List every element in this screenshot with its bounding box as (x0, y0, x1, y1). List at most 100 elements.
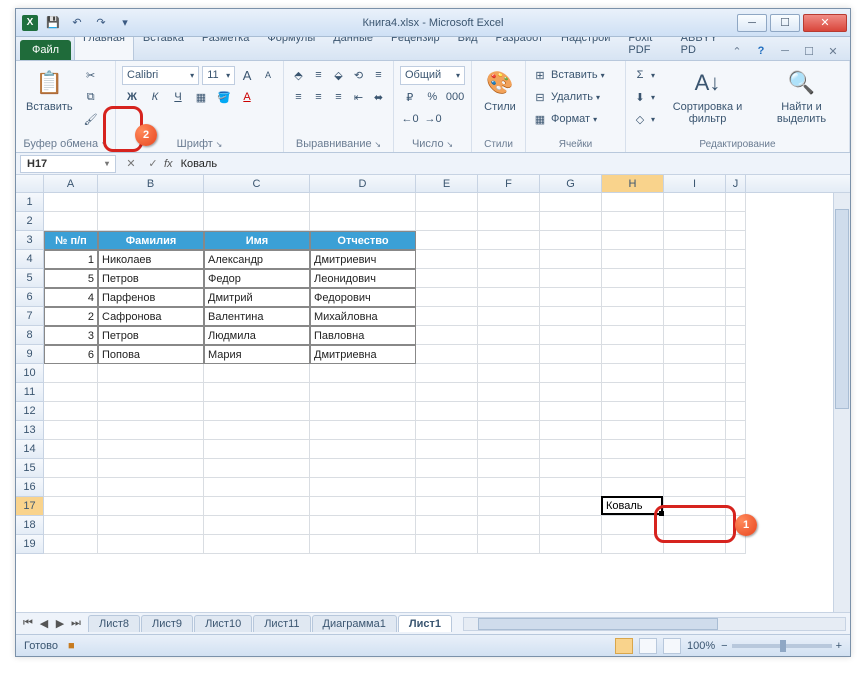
cell-A1[interactable] (44, 193, 98, 212)
cell-J3[interactable] (726, 231, 746, 250)
cell-I1[interactable] (664, 193, 726, 212)
cell-D10[interactable] (310, 364, 416, 383)
cell-I13[interactable] (664, 421, 726, 440)
delete-cells-button[interactable]: ⊟Удалить ▾ (532, 87, 605, 107)
cell-J16[interactable] (726, 478, 746, 497)
worksheet-grid[interactable]: ABCDEFGHIJ 123№ п/пФамилияИмяОтчество41Н… (16, 175, 850, 612)
cell-A8[interactable]: 3 (44, 326, 98, 345)
cell-E12[interactable] (416, 402, 478, 421)
col-header-G[interactable]: G (540, 175, 602, 192)
cell-D12[interactable] (310, 402, 416, 421)
cell-F2[interactable] (478, 212, 540, 231)
cell-H3[interactable] (602, 231, 664, 250)
row-header-16[interactable]: 16 (16, 478, 44, 497)
ribbon-minimize-icon[interactable]: ⌃ (728, 42, 746, 60)
cell-A15[interactable] (44, 459, 98, 478)
row-header-2[interactable]: 2 (16, 212, 44, 231)
cell-C13[interactable] (204, 421, 310, 440)
sheet-tab-Лист9[interactable]: Лист9 (141, 615, 193, 632)
cell-B2[interactable] (98, 212, 204, 231)
qat-undo-button[interactable]: ↶ (68, 14, 86, 32)
cell-C16[interactable] (204, 478, 310, 497)
mdi-restore-button[interactable]: ☐ (800, 42, 818, 60)
format-cells-button[interactable]: ▦Формат ▾ (532, 109, 605, 129)
row-header-17[interactable]: 17 (16, 497, 44, 516)
row-header-11[interactable]: 11 (16, 383, 44, 402)
cell-J11[interactable] (726, 383, 746, 402)
cell-F8[interactable] (478, 326, 540, 345)
cell-F9[interactable] (478, 345, 540, 364)
cell-J13[interactable] (726, 421, 746, 440)
insert-cells-button[interactable]: ⊞Вставить ▾ (532, 65, 605, 85)
cell-D3[interactable]: Отчество (310, 231, 416, 250)
align-middle-button[interactable]: ≡ (310, 65, 327, 85)
cell-F1[interactable] (478, 193, 540, 212)
sheet-nav-prev[interactable]: ◀ (36, 616, 52, 632)
cell-F5[interactable] (478, 269, 540, 288)
cell-B11[interactable] (98, 383, 204, 402)
cell-F18[interactable] (478, 516, 540, 535)
cell-D19[interactable] (310, 535, 416, 554)
active-cell[interactable]: Коваль (601, 496, 663, 515)
row-header-9[interactable]: 9 (16, 345, 44, 364)
fill-button[interactable]: ⬇▾ (632, 87, 655, 107)
cell-J14[interactable] (726, 440, 746, 459)
cell-I8[interactable] (664, 326, 726, 345)
cell-J4[interactable] (726, 250, 746, 269)
cell-I10[interactable] (664, 364, 726, 383)
cell-G3[interactable] (540, 231, 602, 250)
cell-B19[interactable] (98, 535, 204, 554)
cell-F7[interactable] (478, 307, 540, 326)
cell-J5[interactable] (726, 269, 746, 288)
window-maximize-button[interactable]: ☐ (770, 14, 800, 32)
cell-J8[interactable] (726, 326, 746, 345)
col-header-C[interactable]: C (204, 175, 310, 192)
cell-E2[interactable] (416, 212, 478, 231)
font-name-selector[interactable]: Calibri▾ (122, 66, 199, 85)
cell-F4[interactable] (478, 250, 540, 269)
mdi-close-button[interactable]: ✕ (824, 42, 842, 60)
cell-I15[interactable] (664, 459, 726, 478)
cell-D5[interactable]: Леонидович (310, 269, 416, 288)
cell-D1[interactable] (310, 193, 416, 212)
col-header-I[interactable]: I (664, 175, 726, 192)
cell-G18[interactable] (540, 516, 602, 535)
cell-I16[interactable] (664, 478, 726, 497)
cell-G6[interactable] (540, 288, 602, 307)
cell-E13[interactable] (416, 421, 478, 440)
cell-A13[interactable] (44, 421, 98, 440)
cell-D15[interactable] (310, 459, 416, 478)
cell-A19[interactable] (44, 535, 98, 554)
row-header-7[interactable]: 7 (16, 307, 44, 326)
cell-H16[interactable] (602, 478, 664, 497)
cell-A7[interactable]: 2 (44, 307, 98, 326)
cancel-formula-icon[interactable]: ✕ (120, 157, 142, 170)
view-normal-button[interactable] (615, 638, 633, 654)
cell-A18[interactable] (44, 516, 98, 535)
cell-C14[interactable] (204, 440, 310, 459)
qat-redo-button[interactable]: ↷ (92, 14, 110, 32)
mdi-minimize-button[interactable]: ─ (776, 42, 794, 60)
align-left-button[interactable]: ≡ (290, 87, 307, 107)
cell-G14[interactable] (540, 440, 602, 459)
cell-G17[interactable] (540, 497, 602, 516)
cell-A10[interactable] (44, 364, 98, 383)
zoom-out-button[interactable]: − (721, 640, 727, 652)
cell-G10[interactable] (540, 364, 602, 383)
sheet-nav-first[interactable]: ⏮ (20, 616, 36, 632)
cell-H15[interactable] (602, 459, 664, 478)
cell-H14[interactable] (602, 440, 664, 459)
zoom-slider[interactable] (732, 644, 832, 648)
shrink-font-button[interactable]: A (259, 65, 277, 85)
view-pagebreak-button[interactable] (663, 638, 681, 654)
cell-B8[interactable]: Петров (98, 326, 204, 345)
sheet-tab-Лист8[interactable]: Лист8 (88, 615, 140, 632)
cell-H11[interactable] (602, 383, 664, 402)
view-layout-button[interactable] (639, 638, 657, 654)
cell-A9[interactable]: 6 (44, 345, 98, 364)
row-header-14[interactable]: 14 (16, 440, 44, 459)
cell-E9[interactable] (416, 345, 478, 364)
cell-I14[interactable] (664, 440, 726, 459)
cell-D17[interactable] (310, 497, 416, 516)
number-format-selector[interactable]: Общий▾ (400, 66, 465, 85)
